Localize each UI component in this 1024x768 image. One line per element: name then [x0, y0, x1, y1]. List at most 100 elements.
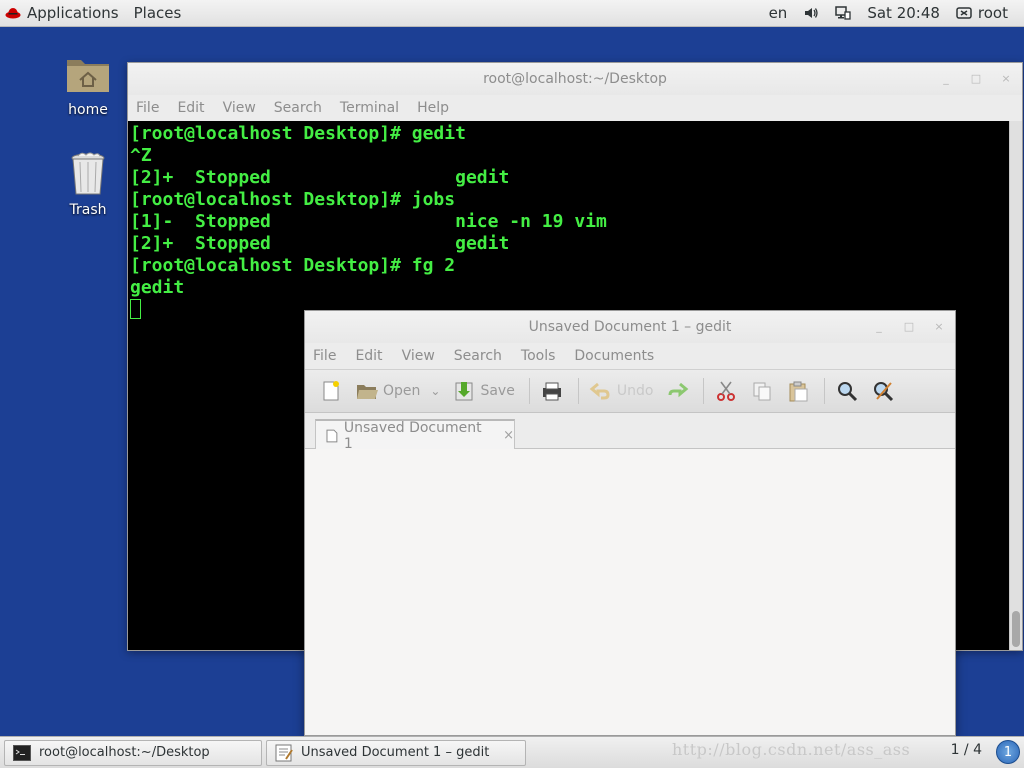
- scrollbar-thumb[interactable]: [1012, 611, 1020, 647]
- print-button[interactable]: [536, 375, 568, 407]
- paste-button[interactable]: [782, 375, 814, 407]
- terminal-line: [2]+ Stopped gedit: [130, 233, 510, 254]
- applications-menu[interactable]: Applications: [0, 0, 129, 27]
- gedit-menubar: File Edit View Search Tools Documents: [305, 343, 955, 369]
- user-menu[interactable]: root: [956, 4, 1008, 22]
- menu-help[interactable]: Help: [417, 100, 449, 116]
- close-button[interactable]: ×: [929, 319, 949, 335]
- copy-icon: [753, 382, 771, 401]
- menu-tools[interactable]: Tools: [521, 348, 556, 364]
- terminal-line: [root@localhost Desktop]# gedit: [130, 123, 466, 144]
- maximize-button[interactable]: □: [966, 71, 986, 87]
- gedit-window[interactable]: Unsaved Document 1 – gedit _ □ × File Ed…: [304, 310, 956, 736]
- folder-home-icon: [67, 60, 109, 92]
- save-button[interactable]: Save: [448, 375, 518, 407]
- menu-documents[interactable]: Documents: [574, 348, 654, 364]
- terminal-menubar: File Edit View Search Terminal Help: [128, 95, 1022, 121]
- desktop-icon-label: home: [68, 102, 108, 118]
- applications-label: Applications: [27, 4, 119, 22]
- menu-edit[interactable]: Edit: [355, 348, 382, 364]
- terminal-line: [1]- Stopped nice -n 19 vim: [130, 211, 607, 232]
- redo-button[interactable]: [661, 375, 693, 407]
- menu-terminal[interactable]: Terminal: [340, 100, 399, 116]
- terminal-icon: [13, 744, 31, 761]
- minimize-button[interactable]: _: [936, 71, 956, 87]
- document-tabbar: Unsaved Document 1 ×: [305, 413, 955, 452]
- terminal-line: [2]+ Stopped gedit: [130, 167, 510, 188]
- tab-unsaved-document-1[interactable]: Unsaved Document 1 ×: [315, 419, 515, 452]
- find-button[interactable]: [831, 375, 863, 407]
- toolbar-separator: [824, 378, 826, 404]
- terminal-cursor: [130, 299, 141, 319]
- taskbar-item-label: root@localhost:~/Desktop: [39, 745, 210, 760]
- find-replace-icon: [874, 382, 894, 402]
- desktop-icon-home[interactable]: home: [48, 50, 128, 118]
- clock[interactable]: Sat 20:48: [867, 4, 940, 22]
- terminal-titlebar[interactable]: root@localhost:~/Desktop _ □ ×: [128, 63, 1022, 95]
- search-icon: [838, 382, 858, 402]
- save-label: Save: [480, 383, 515, 399]
- minimize-button[interactable]: _: [869, 319, 889, 335]
- redo-icon: [668, 382, 689, 398]
- taskbar-item-terminal[interactable]: root@localhost:~/Desktop: [4, 739, 262, 766]
- print-icon: [542, 382, 561, 401]
- undo-button[interactable]: Undo: [585, 375, 658, 407]
- toolbar-separator: [577, 378, 579, 404]
- terminal-line: [root@localhost Desktop]# fg 2: [130, 255, 456, 276]
- menu-view[interactable]: View: [402, 348, 435, 364]
- undo-icon: [589, 382, 610, 400]
- places-label: Places: [133, 4, 182, 22]
- maximize-button[interactable]: □: [899, 319, 919, 335]
- cut-icon: [717, 381, 736, 401]
- text-editor-area[interactable]: [305, 449, 955, 735]
- new-document-icon: [323, 381, 339, 401]
- menu-edit[interactable]: Edit: [177, 100, 204, 116]
- terminal-line: gedit: [130, 277, 185, 298]
- places-menu[interactable]: Places: [129, 0, 192, 27]
- close-button[interactable]: ×: [996, 71, 1016, 87]
- undo-label: Undo: [616, 383, 654, 399]
- document-icon: [326, 429, 338, 442]
- menu-search[interactable]: Search: [454, 348, 502, 364]
- menu-search[interactable]: Search: [274, 100, 322, 116]
- open-label: Open: [383, 383, 421, 399]
- notification-badge[interactable]: 1: [996, 740, 1020, 764]
- find-replace-button[interactable]: [867, 375, 899, 407]
- desktop-icon-trash[interactable]: Trash: [48, 150, 128, 218]
- taskbar-item-gedit[interactable]: Unsaved Document 1 – gedit: [266, 739, 526, 766]
- terminal-scrollbar[interactable]: [1009, 121, 1022, 650]
- user-icon: [956, 7, 972, 19]
- toolbar-separator: [528, 378, 530, 404]
- network-icon[interactable]: [835, 5, 851, 21]
- menu-file[interactable]: File: [313, 348, 336, 364]
- keyboard-layout-indicator[interactable]: en: [769, 4, 788, 22]
- gedit-title: Unsaved Document 1 – gedit: [528, 319, 732, 335]
- open-button[interactable]: Open ⌄: [351, 375, 444, 407]
- desktop-icon-label: Trash: [69, 202, 107, 218]
- copy-button[interactable]: [746, 375, 778, 407]
- paste-icon: [789, 381, 808, 402]
- trash-icon: [71, 152, 105, 195]
- chevron-down-icon[interactable]: ⌄: [430, 384, 440, 398]
- terminal-title: root@localhost:~/Desktop: [483, 71, 667, 87]
- menu-file[interactable]: File: [136, 100, 159, 116]
- gedit-toolbar: Open ⌄ Save Undo: [305, 369, 955, 413]
- redhat-logo-icon: [5, 8, 21, 19]
- top-panel: Applications Places en Sat 20:48 root: [0, 0, 1024, 27]
- tab-close-icon[interactable]: ×: [503, 428, 514, 443]
- menu-view[interactable]: View: [223, 100, 256, 116]
- taskbar-item-label: Unsaved Document 1 – gedit: [301, 745, 490, 760]
- tab-label: Unsaved Document 1: [343, 419, 482, 452]
- save-icon: [455, 382, 473, 401]
- cut-button[interactable]: [710, 375, 742, 407]
- terminal-line: [root@localhost Desktop]# jobs: [130, 189, 456, 210]
- volume-icon[interactable]: [803, 5, 819, 21]
- watermark-text: http://blog.csdn.net/ass_ass: [672, 740, 911, 759]
- folder-open-icon: [357, 385, 378, 399]
- terminal-line: ^Z: [130, 145, 152, 166]
- toolbar-separator: [703, 378, 705, 404]
- gedit-titlebar[interactable]: Unsaved Document 1 – gedit _ □ ×: [305, 311, 955, 343]
- new-document-button[interactable]: [315, 375, 347, 407]
- user-name: root: [977, 4, 1008, 22]
- workspace-pager[interactable]: 1 / 4: [951, 742, 982, 758]
